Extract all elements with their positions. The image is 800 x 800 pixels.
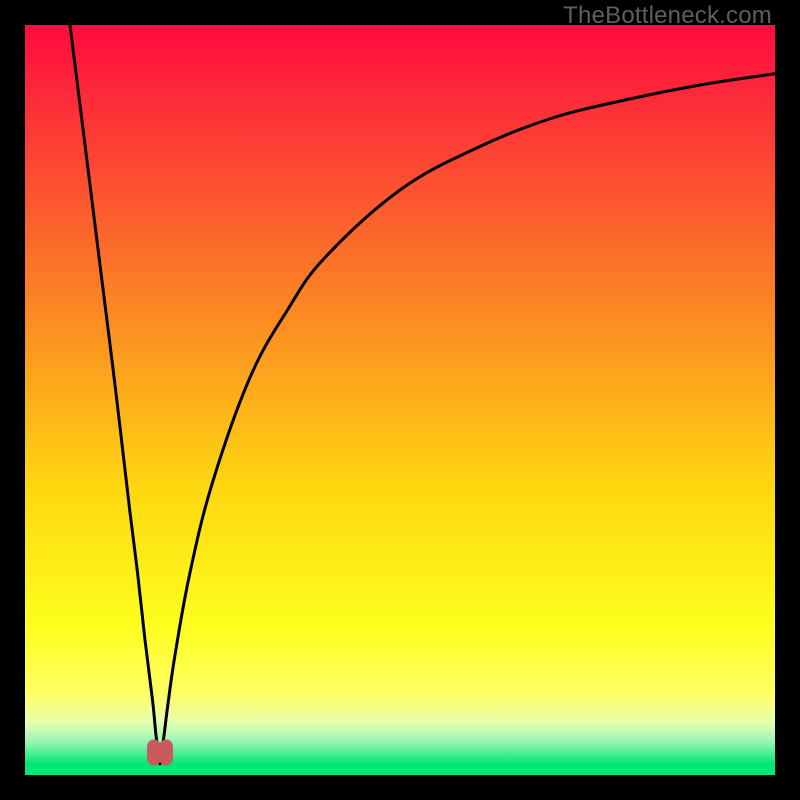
bottleneck-chart — [25, 25, 775, 775]
chart-frame — [25, 25, 775, 775]
minimum-marker — [159, 740, 173, 766]
gradient-background — [25, 25, 775, 775]
minimum-marker — [147, 740, 161, 766]
minimum-markers — [147, 740, 173, 766]
